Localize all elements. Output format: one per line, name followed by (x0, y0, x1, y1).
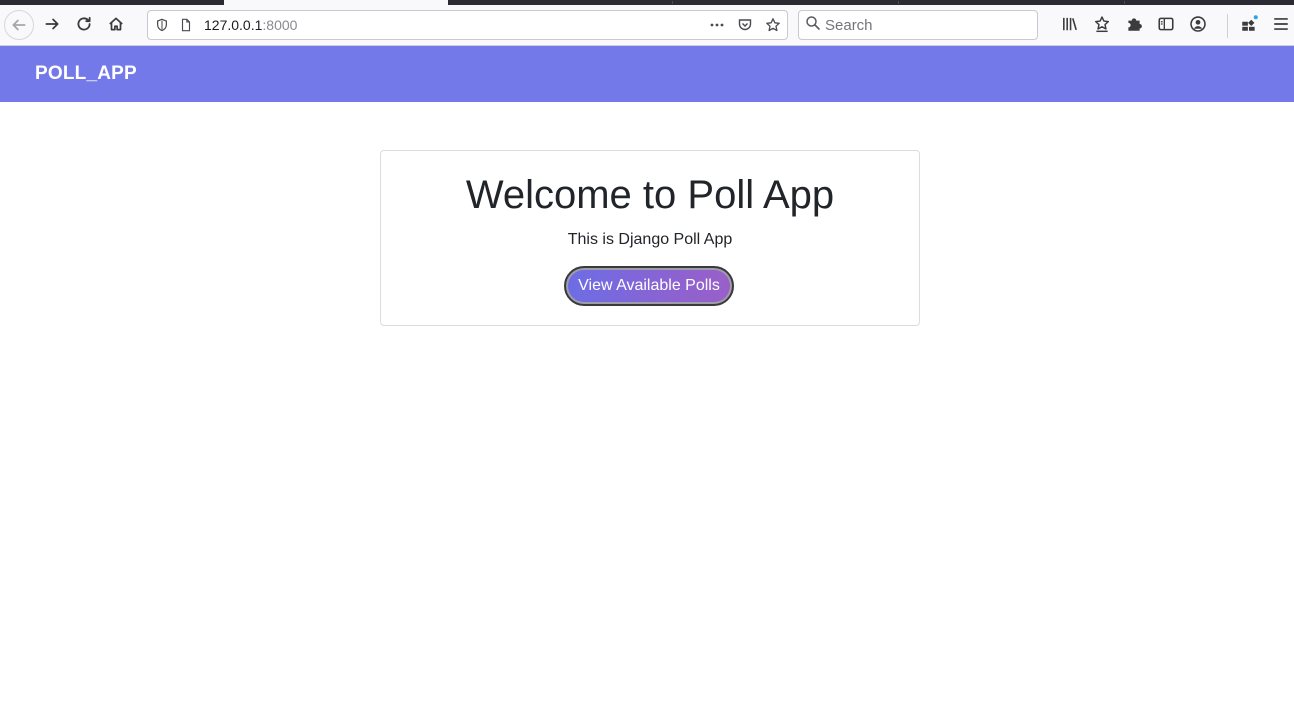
extensions-button[interactable] (1119, 9, 1149, 39)
search-bar[interactable]: Search (798, 10, 1038, 40)
back-button[interactable] (4, 10, 34, 40)
arrow-right-icon (45, 18, 59, 30)
reload-icon (77, 16, 91, 31)
page-subtitle: This is Django Poll App (567, 231, 733, 248)
page-icon[interactable] (176, 15, 196, 35)
browser-toolbar: 127.0.0.1:8000 Search (0, 5, 1294, 46)
addons-button[interactable] (1234, 9, 1264, 39)
toolbar-divider (1227, 14, 1228, 38)
app-navbar: POLL_APP (0, 46, 1294, 102)
welcome-card: Welcome to Poll App This is Django Poll … (380, 150, 920, 326)
bookmark-star-icon[interactable] (763, 15, 783, 35)
home-icon (109, 17, 123, 31)
library-button[interactable] (1055, 9, 1085, 39)
address-bar[interactable]: 127.0.0.1:8000 (147, 10, 788, 40)
tab-separator (672, 1, 673, 4)
tab-separator (1124, 1, 1125, 4)
brand-link[interactable]: POLL_APP (35, 63, 137, 85)
account-button[interactable] (1183, 9, 1213, 39)
search-placeholder: Search (825, 16, 873, 34)
star-list-icon (1094, 16, 1110, 33)
grid-icon (1242, 15, 1258, 31)
url-port: :8000 (262, 17, 298, 33)
library-icon (1063, 17, 1077, 31)
url-text[interactable]: 127.0.0.1:8000 (204, 17, 297, 33)
home-button[interactable] (101, 9, 131, 39)
tab-separator (898, 1, 899, 4)
puzzle-icon (1128, 18, 1142, 31)
page-title: Welcome to Poll App (465, 173, 835, 217)
view-polls-button-label: View Available Polls (578, 277, 720, 294)
sidebar-button[interactable] (1151, 9, 1181, 39)
search-icon (805, 15, 821, 35)
menu-button[interactable] (1266, 9, 1294, 39)
arrow-left-icon (12, 19, 26, 31)
sidebar-icon (1158, 17, 1174, 31)
bookmarks-button[interactable] (1087, 9, 1117, 39)
url-host: 127.0.0.1 (204, 17, 263, 33)
reload-button[interactable] (69, 9, 99, 39)
account-icon (1190, 16, 1206, 32)
view-polls-button[interactable]: View Available Polls (564, 266, 734, 306)
shield-icon[interactable] (152, 15, 172, 35)
pocket-icon[interactable] (735, 15, 755, 35)
hamburger-icon (1274, 18, 1288, 30)
forward-button[interactable] (37, 9, 67, 39)
page-actions-icon[interactable] (707, 15, 727, 35)
